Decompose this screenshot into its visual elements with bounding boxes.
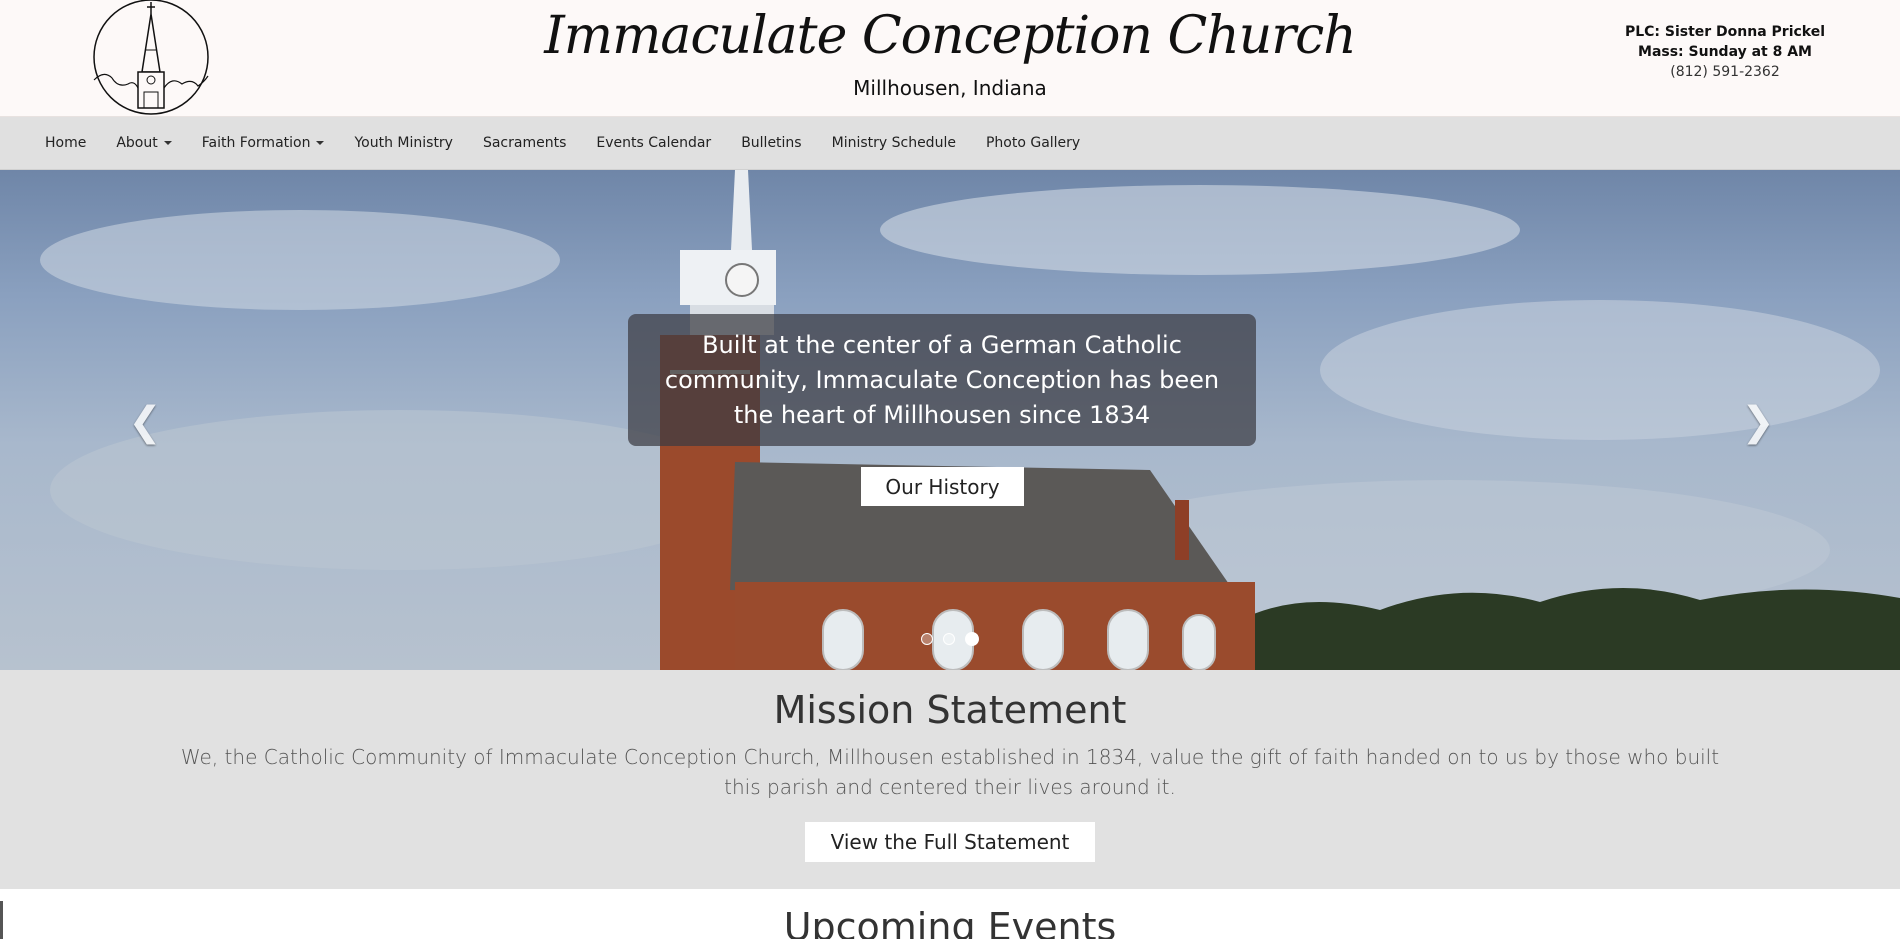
carousel-prev-button[interactable]: ❮ — [125, 402, 165, 442]
phone-number[interactable]: (812) 591-2362 — [1595, 62, 1855, 82]
plc-contact: PLC: Sister Donna Prickel — [1624, 24, 1826, 40]
events-section: Upcoming Events — [0, 889, 1900, 939]
events-heading: Upcoming Events — [783, 905, 1117, 939]
nav-youth-ministry[interactable]: Youth Ministry — [339, 135, 468, 151]
contact-info: PLC: Sister Donna Prickel Mass: Sunday a… — [1595, 22, 1855, 82]
caret-down-icon — [163, 141, 172, 145]
nav-events-calendar[interactable]: Events Calendar — [581, 135, 726, 151]
caret-down-icon — [316, 141, 325, 145]
carousel-indicator-1[interactable] — [921, 633, 933, 645]
mission-heading: Mission Statement — [773, 688, 1127, 732]
our-history-button[interactable]: Our History — [861, 467, 1024, 506]
nav-photo-gallery[interactable]: Photo Gallery — [971, 135, 1095, 151]
carousel-indicators — [0, 632, 1900, 646]
mission-section: Mission Statement We, the Catholic Commu… — [0, 670, 1900, 889]
side-tab[interactable] — [0, 901, 3, 939]
nav-label: Bulletins — [741, 135, 802, 151]
nav-label: Events Calendar — [596, 135, 712, 151]
carousel-indicator-3[interactable] — [965, 632, 979, 646]
nav-label: Photo Gallery — [985, 135, 1081, 151]
view-full-statement-button[interactable]: View the Full Statement — [805, 822, 1095, 862]
nav-label: Sacraments — [482, 135, 567, 151]
carousel-next-button[interactable]: ❯ — [1738, 402, 1778, 442]
nav-label: Faith Formation — [201, 135, 311, 151]
nav-home[interactable]: Home — [30, 135, 101, 151]
chevron-left-icon: ❮ — [128, 399, 162, 445]
site-header: Immaculate Conception Church Millhousen,… — [0, 0, 1900, 117]
nav-ministry-schedule[interactable]: Ministry Schedule — [817, 135, 971, 151]
nav-label: Youth Ministry — [354, 135, 453, 151]
hero-carousel: Built at the center of a German Catholic… — [0, 170, 1900, 670]
hero-caption: Built at the center of a German Catholic… — [628, 314, 1256, 446]
nav-faith-formation[interactable]: Faith Formation — [187, 135, 340, 151]
main-navbar: Home About Faith Formation Youth Ministr… — [0, 117, 1900, 170]
mission-text: We, the Catholic Community of Immaculate… — [180, 745, 1720, 799]
nav-label: Home — [45, 135, 87, 151]
mass-time: Mass: Sunday at 8 AM — [1638, 44, 1812, 60]
carousel-indicator-2[interactable] — [943, 633, 955, 645]
nav-label: About — [116, 135, 158, 151]
chevron-right-icon: ❯ — [1741, 399, 1775, 445]
nav-bulletins[interactable]: Bulletins — [726, 135, 816, 151]
nav-about[interactable]: About — [101, 135, 186, 151]
nav-label: Ministry Schedule — [831, 135, 956, 151]
nav-sacraments[interactable]: Sacraments — [468, 135, 581, 151]
